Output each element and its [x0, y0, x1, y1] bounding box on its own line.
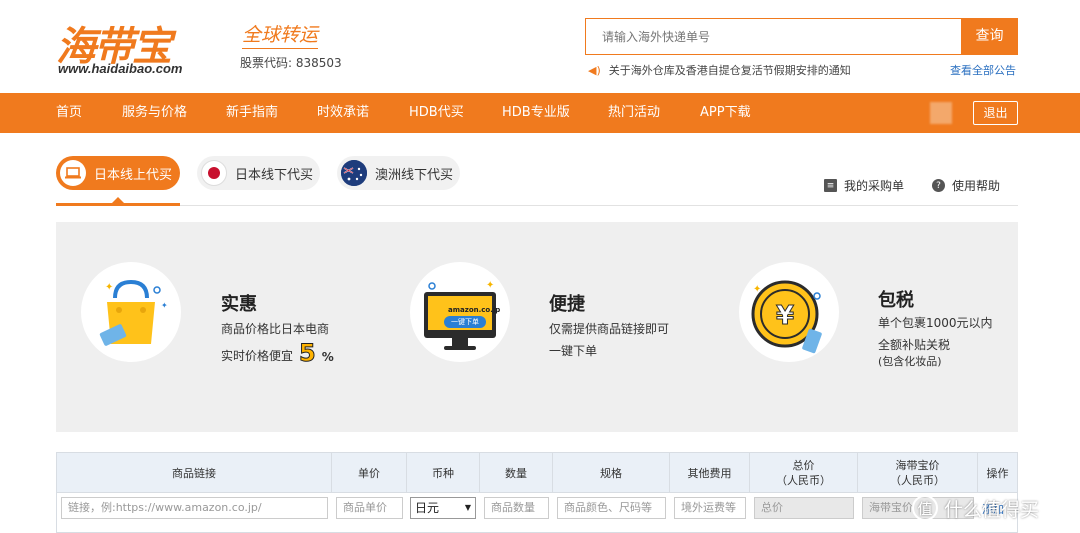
help-icon: ?	[932, 179, 945, 192]
japan-flag-icon	[201, 160, 227, 186]
active-tab-underline	[56, 203, 180, 206]
all-notices-link[interactable]: 查看全部公告	[950, 62, 1016, 78]
discount-suffix: %	[321, 350, 334, 364]
col-header-total: 总价 （人民币）	[750, 453, 858, 493]
feature-line: 全额补贴关税	[878, 338, 951, 352]
list-icon: ≡	[824, 179, 837, 192]
other-fees-input[interactable]: 境外运费等	[674, 497, 746, 519]
notice-text[interactable]: 关于海外仓库及香港自提仓复活节假期安排的通知	[609, 62, 851, 78]
shopping-bag-icon: ✦ ✦	[99, 279, 168, 346]
nav-item-home[interactable]: 首页	[56, 93, 82, 133]
feature-line-text: 实时价格便宜	[221, 349, 294, 363]
watermark-text: 什么值得买	[944, 498, 1040, 521]
svg-text:¥: ¥	[776, 301, 794, 331]
slogan: 全球转运	[242, 20, 319, 49]
coin-icon: ¥ ✦	[751, 280, 822, 354]
feature-title: 包税	[878, 290, 914, 311]
help-link[interactable]: ? 使用帮助	[932, 177, 1000, 194]
australia-flag-icon	[341, 160, 367, 186]
features-panel: ✦ ✦ 实惠 商品价格比日本电商 实时价格便宜 5 % ✦ amazon.co.…	[56, 222, 1018, 432]
stock-code: 股票代码: 838503	[240, 56, 342, 70]
currency-select[interactable]: 日元 ▼	[410, 497, 476, 519]
my-orders-label: 我的采购单	[844, 179, 905, 193]
dropdown-arrow-icon: ▼	[464, 503, 471, 512]
svg-text:✦: ✦	[486, 280, 494, 291]
purchase-table: 商品链接 单价 币种 数量 规格 其他费用 总价 （人民币） 海带宝价 （人民币…	[56, 452, 1018, 533]
watermark: 值 什么值得买	[912, 488, 1080, 528]
nav-item-hdb-buy[interactable]: HDB代买	[409, 93, 464, 133]
feature-convenient: ✦ amazon.co.jp 一键下单 便捷 仅需提供商品链接即可 一键下单	[410, 222, 710, 432]
col-header-qty: 数量	[480, 453, 553, 493]
feature-title: 实惠	[221, 294, 257, 315]
laptop-icon	[60, 160, 86, 186]
total-input: 总价	[754, 497, 854, 519]
nav-item-events[interactable]: 热门活动	[608, 93, 660, 133]
tab-label: 日本线下代买	[235, 167, 314, 183]
feature-line: 实时价格便宜 5 %	[221, 339, 334, 367]
notice-bar[interactable]: ◀) 关于海外仓库及香港自提仓复活节假期安排的通知	[588, 62, 851, 78]
active-tab-pointer	[112, 197, 124, 203]
one-click-badge: 一键下单	[444, 316, 486, 328]
search-input[interactable]	[586, 19, 961, 54]
speaker-icon: ◀)	[588, 63, 601, 77]
feature-title: 便捷	[549, 294, 585, 315]
my-orders-link[interactable]: ≡ 我的采购单	[824, 177, 904, 194]
search-box	[585, 18, 961, 55]
site-header: 海带宝 www.haidaibao.com 全球转运 股票代码: 838503 …	[0, 0, 1080, 93]
tab-japan-offline[interactable]: 日本线下代买	[197, 156, 320, 190]
logout-button[interactable]: 退出	[973, 101, 1018, 125]
col-header-link: 商品链接	[57, 453, 332, 493]
site-logo[interactable]: 海带宝 www.haidaibao.com	[56, 14, 231, 76]
feature-line: 商品价格比日本电商	[221, 322, 330, 336]
tab-australia-offline[interactable]: 澳洲线下代买	[337, 156, 460, 190]
tab-divider	[56, 205, 1018, 206]
qty-input[interactable]: 商品数量	[484, 497, 549, 519]
spec-input[interactable]: 商品颜色、尺码等	[557, 497, 666, 519]
nav-item-guide[interactable]: 新手指南	[226, 93, 278, 133]
table-header: 商品链接 单价 币种 数量 规格 其他费用 总价 （人民币） 海带宝价 （人民币…	[57, 453, 1017, 493]
nav-item-app[interactable]: APP下载	[700, 93, 751, 133]
nav-item-promise[interactable]: 时效承诺	[317, 93, 369, 133]
currency-value: 日元	[415, 501, 440, 515]
main-nav: 首页 服务与价格 新手指南 时效承诺 HDB代买 HDB专业版 热门活动 APP…	[0, 93, 1080, 133]
feature-line: 一键下单	[549, 344, 598, 358]
svg-text:✦: ✦	[105, 282, 113, 293]
svg-text:✦: ✦	[161, 301, 168, 310]
user-avatar-blurred[interactable]	[930, 102, 952, 124]
tab-japan-online[interactable]: 日本线上代买	[56, 156, 180, 190]
help-label: 使用帮助	[952, 179, 1001, 193]
logo-url: www.haidaibao.com	[58, 61, 183, 76]
search-button[interactable]: 查询	[961, 18, 1018, 55]
nav-item-hdb-pro[interactable]: HDB专业版	[502, 93, 570, 133]
nav-item-services[interactable]: 服务与价格	[122, 93, 187, 133]
tab-label: 澳洲线下代买	[375, 167, 454, 183]
col-header-currency: 币种	[407, 453, 480, 493]
feature-line: 单个包裹1000元以内	[878, 316, 993, 330]
link-input[interactable]: 链接，例:https://www.amazon.co.jp/	[61, 497, 328, 519]
feature-discount: ✦ ✦ 实惠 商品价格比日本电商 实时价格便宜 5 %	[81, 222, 381, 432]
col-header-spec: 规格	[553, 453, 670, 493]
feature-circle: ✦ ✦	[81, 262, 181, 362]
feature-circle: ✦ amazon.co.jp 一键下单	[410, 262, 510, 362]
col-header-hdb-price: 海带宝价 （人民币）	[858, 453, 978, 493]
feature-line: (包含化妆品)	[878, 355, 942, 368]
feature-circle: ¥ ✦	[739, 262, 839, 362]
watermark-logo-icon: 值	[912, 495, 938, 521]
feature-line: 仅需提供商品链接即可	[549, 322, 670, 336]
feature-tax-included: ¥ ✦ 包税 单个包裹1000元以内 全额补贴关税 (包含化妆品)	[739, 222, 1018, 432]
col-header-price: 单价	[332, 453, 407, 493]
svg-text:✦: ✦	[753, 284, 761, 295]
discount-number: 5	[299, 339, 317, 367]
tab-label: 日本线上代买	[94, 167, 173, 183]
amazon-label: amazon.co.jp	[448, 306, 501, 314]
col-header-action: 操作	[986, 466, 1009, 480]
col-header-other-fees: 其他费用	[670, 453, 750, 493]
price-input[interactable]: 商品单价	[336, 497, 403, 519]
